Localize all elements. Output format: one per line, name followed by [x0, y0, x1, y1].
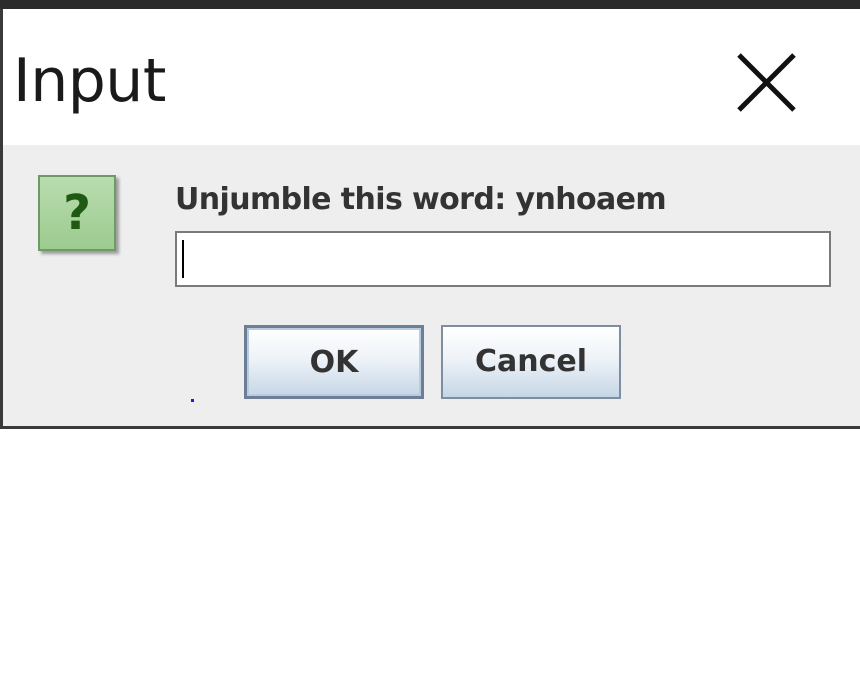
prompt-label: Unjumble this word: ynhoaem [175, 182, 667, 217]
dialog-title: Input [13, 46, 166, 116]
window-top-edge [0, 0, 860, 9]
cancel-button[interactable]: Cancel [441, 325, 621, 399]
dialog-content: ? Unjumble this word: ynhoaem OK Cancel [3, 145, 860, 426]
question-icon: ? [38, 175, 116, 251]
question-mark-glyph: ? [63, 185, 91, 241]
title-bar[interactable]: Input [3, 9, 860, 145]
input-dialog: Input ? Unjumble this word: ynhoaem OK C… [0, 9, 860, 429]
focus-indicator-dot [191, 399, 194, 402]
answer-input[interactable] [175, 231, 831, 287]
text-caret [182, 240, 184, 278]
ok-button[interactable]: OK [244, 325, 424, 399]
close-button[interactable] [715, 27, 815, 127]
close-x-icon [737, 53, 796, 112]
